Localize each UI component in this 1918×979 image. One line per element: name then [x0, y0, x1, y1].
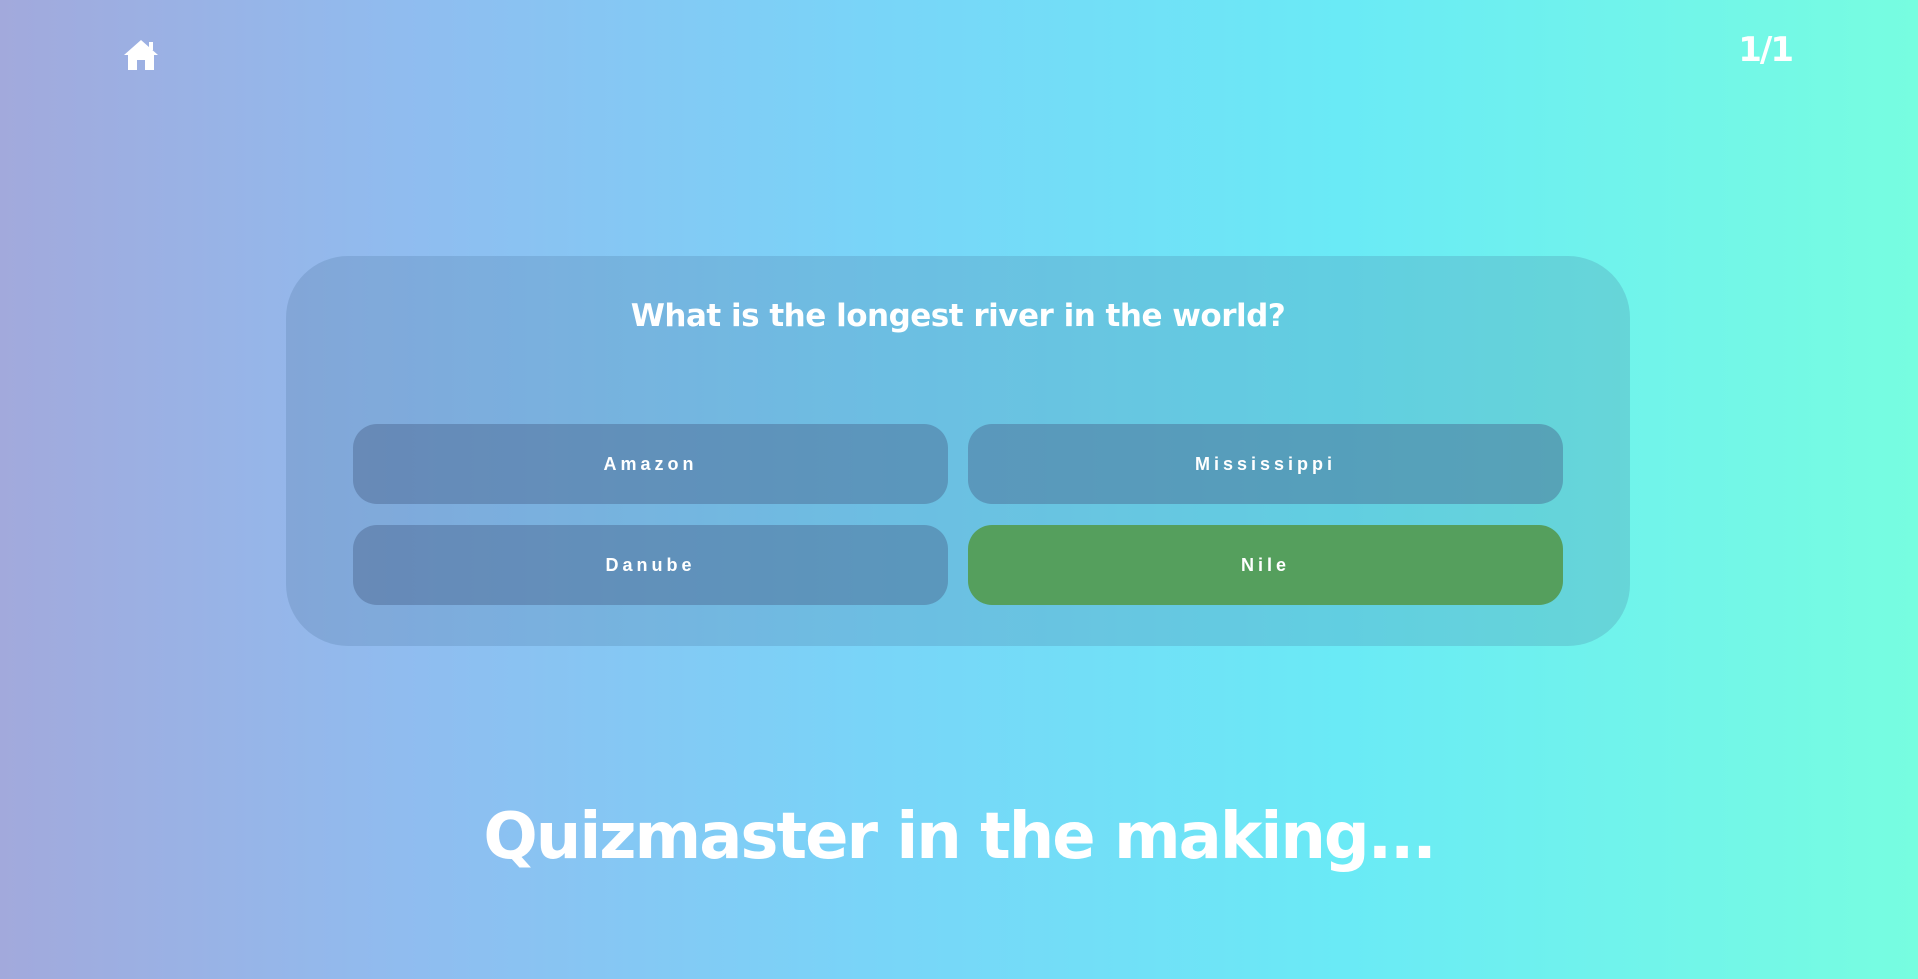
result-message: Quizmaster in the making... — [483, 800, 1436, 874]
question-counter: 1/1 — [1738, 30, 1794, 70]
home-icon — [122, 38, 160, 72]
answer-option-danube[interactable]: Danube — [353, 525, 948, 605]
question-card: What is the longest river in the world? … — [286, 256, 1630, 646]
home-button[interactable] — [122, 38, 160, 72]
answer-option-nile[interactable]: Nile — [968, 525, 1563, 605]
question-text: What is the longest river in the world? — [630, 298, 1286, 334]
answer-option-mississippi[interactable]: Mississippi — [968, 424, 1563, 504]
answer-option-amazon[interactable]: Amazon — [353, 424, 948, 504]
answer-grid: Amazon Mississippi Danube Nile — [353, 424, 1563, 605]
